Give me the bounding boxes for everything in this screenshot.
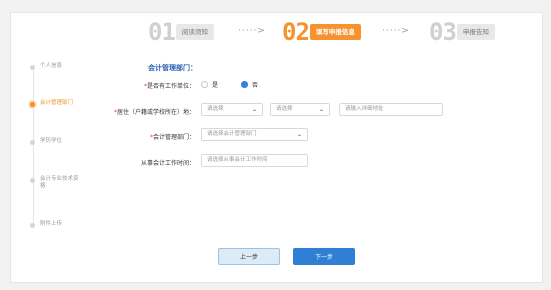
step-label: 阅读须知 bbox=[175, 24, 214, 40]
has-unit-label: *是否有工作单位： bbox=[144, 81, 195, 90]
next-button[interactable]: 下一步 bbox=[293, 248, 355, 265]
sidebar-item-label: 学历学位 bbox=[40, 138, 63, 144]
chevron-down-icon: ⌄ bbox=[296, 131, 303, 138]
select-placeholder: 请选择 bbox=[207, 106, 224, 112]
step-number: 01 bbox=[148, 18, 176, 46]
city-select[interactable]: 请选择 ⌄ bbox=[270, 103, 330, 116]
sidebar-item-attachments[interactable]: 附件上传 bbox=[30, 221, 62, 228]
label-text: 会计管理部门： bbox=[152, 134, 195, 141]
radio-label: 是 bbox=[212, 82, 219, 89]
step-2: 02 填写申报信息 bbox=[282, 20, 361, 44]
sidebar-item-personal-info[interactable]: 个人信息 bbox=[30, 63, 62, 70]
label-text: 是否有工作单位： bbox=[146, 83, 195, 90]
input-placeholder: 请输入详细地址 bbox=[345, 106, 384, 112]
sidebar-item-label: 附件上传 bbox=[40, 221, 63, 227]
select-placeholder: 请选择 bbox=[276, 106, 293, 112]
progress-dot-active bbox=[30, 102, 35, 107]
progress-dot bbox=[30, 140, 35, 145]
chevron-down-icon: ⌄ bbox=[318, 106, 325, 113]
sidebar-item-accounting-dept[interactable]: 会计管理部门 bbox=[30, 100, 73, 107]
chevron-down-icon: ⌄ bbox=[251, 106, 258, 113]
work-time-input[interactable]: 请选择从事会计工作时间 bbox=[201, 154, 308, 167]
prev-button[interactable]: 上一步 bbox=[218, 248, 280, 265]
step-label: 申报告知 bbox=[456, 24, 495, 40]
section-title: 会计管理部门： bbox=[148, 64, 197, 72]
step-3: 03 申报告知 bbox=[429, 20, 495, 44]
dept-select[interactable]: 请选择会计管理部门 ⌄ bbox=[201, 128, 308, 141]
work-time-label: 从事会计工作时间： bbox=[141, 158, 195, 167]
progress-dot bbox=[30, 223, 35, 228]
select-placeholder: 请选择会计管理部门 bbox=[207, 131, 257, 137]
address-input[interactable]: 请输入详细地址 bbox=[339, 103, 443, 116]
progress-line bbox=[33, 66, 34, 226]
step-arrow: ·····> bbox=[238, 26, 266, 36]
dept-label: *会计管理部门： bbox=[150, 132, 195, 141]
step-1: 01 阅读须知 bbox=[148, 20, 214, 44]
sidebar-item-qualification[interactable]: 会计专业技术资格 bbox=[30, 176, 80, 190]
step-number: 03 bbox=[429, 18, 457, 46]
label-text: 从事会计工作时间： bbox=[140, 160, 195, 167]
radio-circle[interactable] bbox=[201, 81, 208, 88]
sidebar-item-label: 会计专业技术资格 bbox=[40, 176, 79, 189]
province-select[interactable]: 请选择 ⌄ bbox=[201, 103, 263, 116]
radio-label: 否 bbox=[252, 82, 259, 89]
step-label: 填写申报信息 bbox=[309, 24, 361, 40]
sidebar-item-education[interactable]: 学历学位 bbox=[30, 138, 62, 145]
residence-label: *居住（户籍或学校所在）地： bbox=[114, 107, 195, 116]
radio-no[interactable]: 否 bbox=[241, 80, 258, 89]
step-arrow: ·····> bbox=[382, 26, 410, 36]
step-number: 02 bbox=[282, 18, 310, 46]
sidebar-item-label: 个人信息 bbox=[40, 63, 63, 69]
input-placeholder: 请选择从事会计工作时间 bbox=[207, 157, 268, 163]
sidebar-item-label: 会计管理部门 bbox=[40, 100, 74, 106]
progress-dot bbox=[30, 178, 35, 183]
progress-dot bbox=[30, 65, 35, 70]
sidebar-progress: 个人信息 会计管理部门 学历学位 会计专业技术资格 附件上传 bbox=[30, 58, 120, 233]
radio-circle[interactable] bbox=[241, 81, 248, 88]
label-text: 居住（户籍或学校所在）地： bbox=[116, 109, 195, 116]
radio-yes[interactable]: 是 bbox=[201, 80, 218, 89]
